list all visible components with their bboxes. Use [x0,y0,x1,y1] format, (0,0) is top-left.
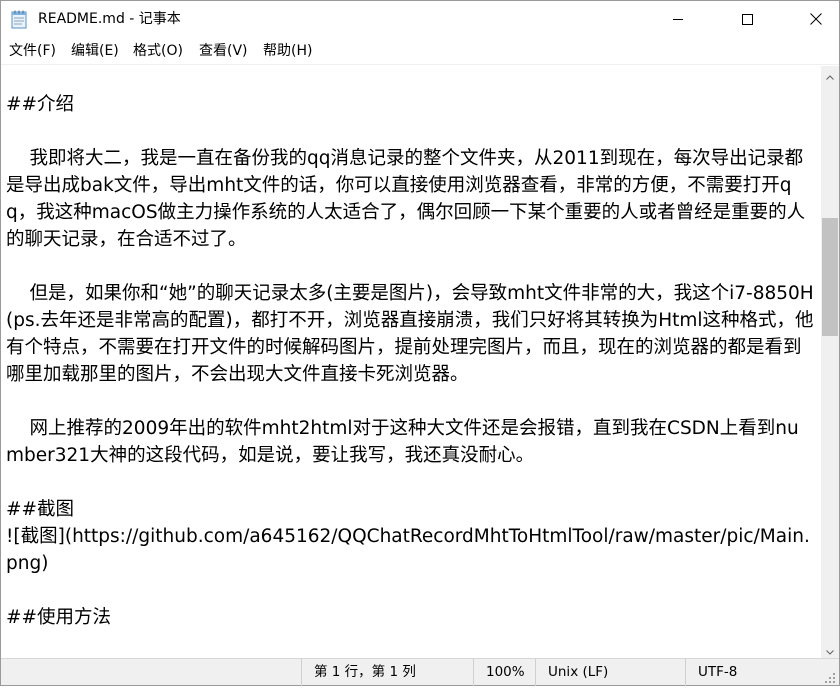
resize-grip-icon[interactable] [823,670,837,684]
scroll-up-button[interactable] [821,66,839,83]
chevron-down-icon [826,640,834,659]
menu-help[interactable]: 帮助(H) [261,42,314,60]
maximize-icon [741,10,753,29]
menu-edit[interactable]: 编辑(E) [69,42,121,60]
status-bar: 第 1 行，第 1 列 100% Unix (LF) UTF-8 [1,658,839,686]
chevron-up-icon [826,65,834,84]
encoding: UTF-8 [685,659,823,686]
menu-bar: 文件(F) 编辑(E) 格式(O) 查看(V) 帮助(H) [1,38,839,65]
menu-format[interactable]: 格式(O) [131,42,185,60]
line-ending: Unix (LF) [535,659,685,686]
menu-view[interactable]: 查看(V) [197,42,250,60]
zoom-level: 100% [473,659,535,686]
minimize-button[interactable] [655,1,701,38]
close-icon [810,10,822,29]
text-editor[interactable]: ##介绍 我即将大二，我是一直在备份我的qq消息记录的整个文件夹，从2011到现… [1,66,821,658]
menu-file[interactable]: 文件(F) [7,42,58,60]
scrollbar-thumb[interactable] [822,218,838,336]
cursor-position: 第 1 行，第 1 列 [301,659,471,686]
vertical-scrollbar[interactable] [821,66,839,658]
notepad-icon [11,10,28,29]
notepad-window: README.md - 记事本 文件(F) 编辑(E) 格式(O) 查看(V) … [0,0,840,686]
close-button[interactable] [793,1,839,38]
window-title: README.md - 记事本 [38,11,181,27]
title-bar[interactable]: README.md - 记事本 [1,1,839,38]
maximize-button[interactable] [701,1,793,38]
document-text[interactable]: ##介绍 我即将大二，我是一直在备份我的qq消息记录的整个文件夹，从2011到现… [6,91,814,631]
minimize-icon [672,10,684,29]
scroll-down-button[interactable] [821,641,839,658]
